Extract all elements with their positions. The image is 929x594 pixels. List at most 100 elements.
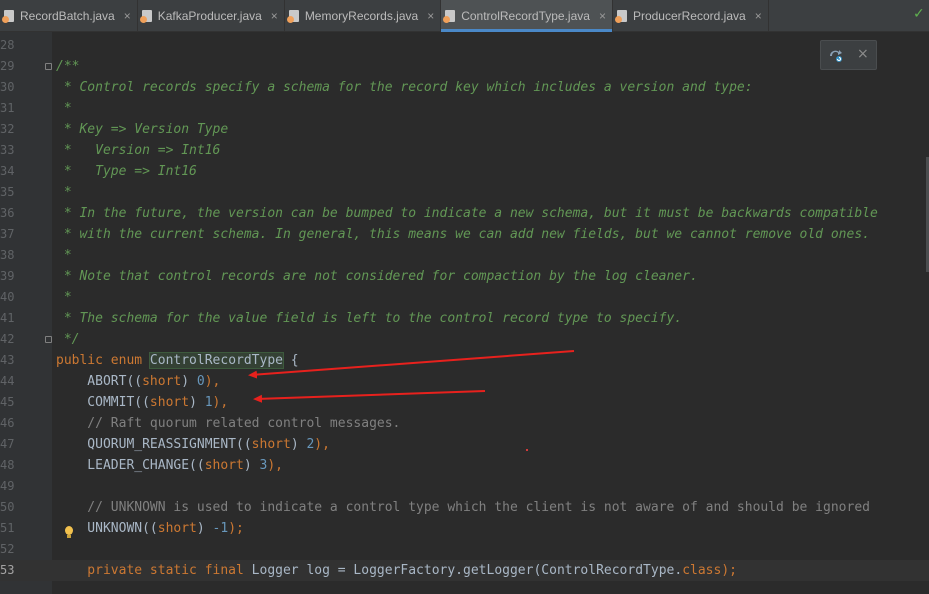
tab-label: RecordBatch.java	[20, 9, 115, 23]
code-token: LEADER_CHANGE((	[56, 458, 205, 473]
code-token: ControlRecordType	[148, 352, 284, 369]
line-number: 51	[0, 521, 15, 535]
code-text: private static final Logger log = Logger…	[56, 560, 737, 581]
code-line[interactable]: 37 * with the current schema. In general…	[0, 224, 929, 245]
line-number: 38	[0, 248, 15, 262]
code-line[interactable]: 29 /**	[0, 56, 929, 77]
java-file-icon	[614, 10, 627, 23]
annotation-dot	[526, 449, 528, 451]
tab-close-icon[interactable]: ×	[271, 9, 278, 23]
code-line[interactable]: 50 // UNKNOWN is used to indicate a cont…	[0, 497, 929, 518]
code-line[interactable]: 35 *	[0, 182, 929, 203]
code-token: = LoggerFactory.	[329, 563, 464, 578]
code-token: log	[306, 563, 330, 578]
line-number: 37	[0, 227, 15, 241]
tab-0[interactable]: RecordBatch.java ×	[0, 0, 138, 32]
code-line[interactable]: 52	[0, 539, 929, 560]
code-token: * Version => Int16	[56, 143, 221, 158]
code-token: ABORT((	[56, 374, 143, 389]
code-text: * Key => Version Type	[56, 119, 228, 140]
code-token: public enum	[56, 353, 150, 368]
lightbulb-icon[interactable]	[64, 526, 74, 539]
code-token: )	[189, 395, 205, 410]
tab-close-icon[interactable]: ×	[755, 9, 762, 23]
code-token: * In the future, the version can be bump…	[56, 206, 878, 221]
tab-close-icon[interactable]: ×	[599, 9, 606, 23]
java-file-icon	[2, 10, 14, 23]
code-token: );	[228, 521, 244, 536]
line-number: 30	[0, 80, 15, 94]
tab-close-icon[interactable]: ×	[427, 9, 434, 23]
code-token: * The schema for the value field is left…	[56, 311, 683, 326]
refresh-maven-icon[interactable]	[827, 47, 845, 63]
code-text: // UNKNOWN is used to indicate a control…	[56, 497, 870, 518]
tab-3[interactable]: ControlRecordType.java ×	[441, 0, 613, 32]
code-line[interactable]: 34 * Type => Int16	[0, 161, 929, 182]
inspection-ok-icon[interactable]: ✓	[913, 6, 925, 22]
code-line[interactable]: 38 *	[0, 245, 929, 266]
code-text: *	[56, 287, 72, 308]
code-text: LEADER_CHANGE((short) 3),	[56, 455, 283, 476]
code-token: QUORUM_REASSIGNMENT((	[56, 437, 252, 452]
line-number: 52	[0, 542, 15, 556]
code-text: * Version => Int16	[56, 140, 221, 161]
code-line[interactable]: 36 * In the future, the version can be b…	[0, 203, 929, 224]
tab-4[interactable]: ProducerRecord.java ×	[613, 0, 769, 32]
code-line[interactable]: 31 *	[0, 98, 929, 119]
code-editor[interactable]: 28 29 /** 30 * Control records specify a sc…	[0, 32, 929, 594]
code-token: *	[56, 248, 72, 263]
popup-close-icon[interactable]: ×	[857, 46, 869, 62]
code-token: *	[56, 101, 72, 116]
code-token: * Key => Version Type	[56, 122, 229, 137]
code-text: /**	[56, 56, 79, 77]
code-line[interactable]: 51 UNKNOWN((short) -1);	[0, 518, 929, 539]
java-file-icon	[286, 10, 299, 23]
code-token: )	[196, 521, 213, 536]
code-token: getLogger	[463, 563, 534, 578]
code-token: * Type => Int16	[56, 164, 197, 179]
editor-tab-bar: RecordBatch.java × KafkaProducer.java × Memo…	[0, 0, 929, 32]
code-line[interactable]: 49	[0, 476, 929, 497]
code-token: * Control records specify a schema for t…	[56, 80, 753, 95]
line-number: 28	[0, 38, 15, 52]
code-line[interactable]: 46 // Raft quorum related control messag…	[0, 413, 929, 434]
code-text: COMMIT((short) 1),	[56, 392, 228, 413]
fold-marker-icon[interactable]	[45, 336, 52, 343]
line-number: 32	[0, 122, 15, 136]
line-number: 41	[0, 311, 15, 325]
code-line[interactable]: 43 public enum ControlRecordType {	[0, 350, 929, 371]
code-line[interactable]: 40 *	[0, 287, 929, 308]
code-token: (ControlRecordType.	[533, 563, 683, 578]
code-line[interactable]: 53 private static final Logger log = Log…	[0, 560, 929, 581]
line-number: 44	[0, 374, 15, 388]
line-number: 45	[0, 395, 15, 409]
java-file-icon	[443, 10, 456, 23]
code-line[interactable]: 39 * Note that control records are not c…	[0, 266, 929, 287]
tab-close-icon[interactable]: ×	[124, 9, 131, 23]
maven-reload-popup: ×	[820, 40, 877, 70]
code-text: public enum ControlRecordType {	[56, 350, 299, 371]
code-token: short	[142, 374, 182, 389]
code-token: short	[251, 437, 291, 452]
tab-2[interactable]: MemoryRecords.java ×	[285, 0, 442, 32]
code-text: * with the current schema. In general, t…	[56, 224, 870, 245]
code-line[interactable]: 30 * Control records specify a schema fo…	[0, 77, 929, 98]
code-line[interactable]: 42 */	[0, 329, 929, 350]
code-token: ),	[267, 458, 283, 473]
code-line[interactable]: 33 * Version => Int16	[0, 140, 929, 161]
code-line[interactable]: 48 LEADER_CHANGE((short) 3),	[0, 455, 929, 476]
tab-1[interactable]: KafkaProducer.java ×	[138, 0, 285, 32]
fold-marker-icon[interactable]	[45, 63, 52, 70]
code-text: QUORUM_REASSIGNMENT((short) 2),	[56, 434, 330, 455]
code-line[interactable]: 45 COMMIT((short) 1),	[0, 392, 929, 413]
code-token: // Raft quorum related control messages.	[56, 416, 401, 431]
code-line[interactable]: 44 ABORT((short) 0),	[0, 371, 929, 392]
code-text: * Note that control records are not cons…	[56, 266, 698, 287]
code-token: *	[56, 185, 72, 200]
code-line[interactable]: 47 QUORUM_REASSIGNMENT((short) 2),	[0, 434, 929, 455]
code-token: /**	[56, 59, 80, 74]
code-line[interactable]: 32 * Key => Version Type	[0, 119, 929, 140]
code-text: *	[56, 245, 72, 266]
code-line[interactable]: 28	[0, 35, 929, 56]
code-line[interactable]: 41 * The schema for the value field is l…	[0, 308, 929, 329]
